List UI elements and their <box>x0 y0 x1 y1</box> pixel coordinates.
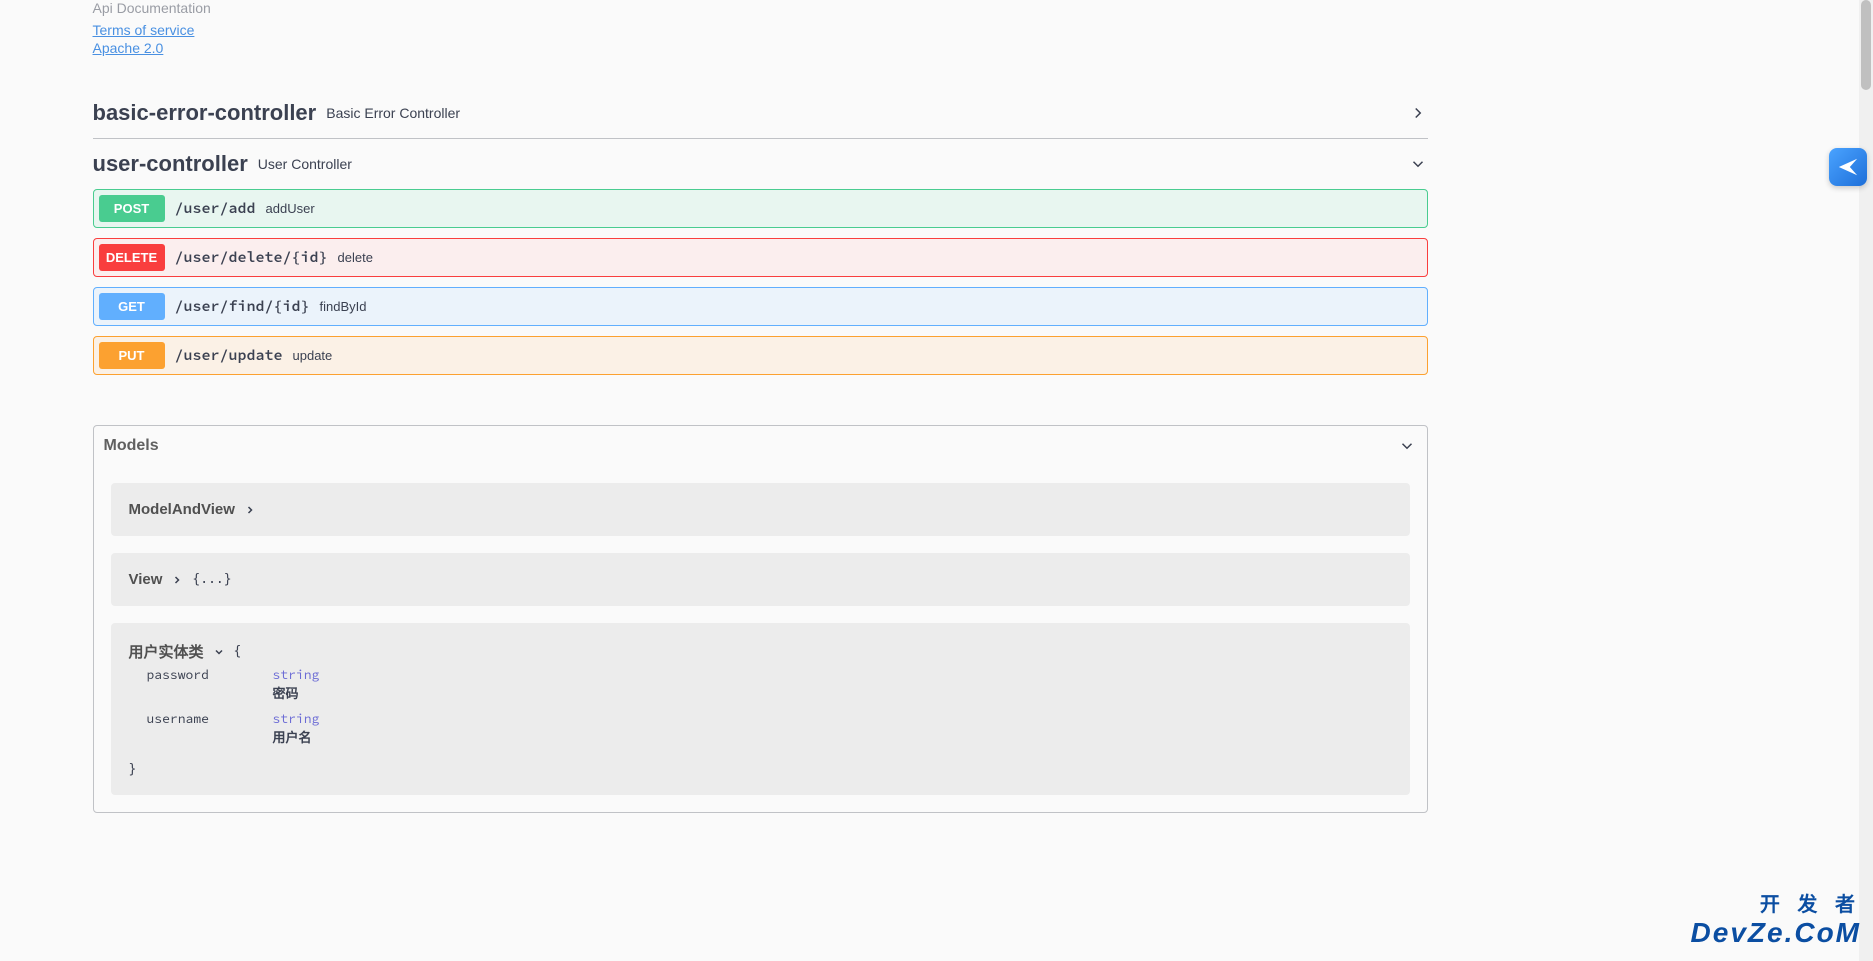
model-view[interactable]: View {...} <box>111 553 1410 606</box>
method-badge: PUT <box>99 342 165 369</box>
brace-close: } <box>129 762 137 777</box>
chevron-down-icon <box>212 645 226 659</box>
model-user-entity[interactable]: 用户实体类 { password string 密码 <box>111 623 1410 795</box>
model-name: 用户实体类 <box>129 641 204 662</box>
model-property-row: password string 密码 <box>147 666 1392 702</box>
model-property-row: username string 用户名 <box>147 710 1392 746</box>
model-name: ModelAndView <box>129 501 235 518</box>
property-key: username <box>147 710 273 746</box>
method-badge: POST <box>99 195 165 222</box>
chevron-right-icon <box>1408 103 1428 123</box>
model-name: View <box>129 571 163 588</box>
models-title: Models <box>104 437 159 455</box>
tag-user-controller: user-controller User Controller POST /us… <box>93 139 1428 395</box>
scrollbar[interactable] <box>1859 0 1873 961</box>
property-type: string <box>273 710 320 727</box>
models-header[interactable]: Models <box>94 426 1427 466</box>
brace-open: { <box>234 644 242 659</box>
method-badge: DELETE <box>99 244 165 271</box>
operation-get-user-find[interactable]: GET /user/find/{id} findById <box>93 287 1428 326</box>
model-inline-braces: {...} <box>192 572 231 587</box>
property-desc: 用户名 <box>273 727 320 746</box>
method-badge: GET <box>99 293 165 320</box>
tag-desc: User Controller <box>258 156 352 172</box>
bird-assistant-icon[interactable] <box>1829 148 1867 186</box>
watermark-cn: 开 发 者 <box>1760 888 1861 917</box>
operation-path: /user/add <box>175 199 256 218</box>
chevron-down-icon <box>1397 436 1417 456</box>
models-section: Models ModelAndView View <box>93 425 1428 813</box>
watermark-en: DevZe.CoM <box>1691 917 1861 949</box>
license-link[interactable]: Apache 2.0 <box>93 40 1428 56</box>
chevron-right-icon <box>170 573 184 587</box>
tag-desc: Basic Error Controller <box>326 105 460 121</box>
operation-summary: addUser <box>266 201 315 216</box>
property-desc: 密码 <box>273 683 320 702</box>
operation-put-user-update[interactable]: PUT /user/update update <box>93 336 1428 375</box>
operation-post-user-add[interactable]: POST /user/add addUser <box>93 189 1428 228</box>
operation-path: /user/find/{id} <box>175 297 310 316</box>
chevron-down-icon <box>1408 154 1428 174</box>
tag-header-user-controller[interactable]: user-controller User Controller <box>93 139 1428 189</box>
tag-name: basic-error-controller <box>93 100 317 126</box>
tag-basic-error-controller: basic-error-controller Basic Error Contr… <box>93 88 1428 139</box>
operation-summary: delete <box>338 250 373 265</box>
tag-name: user-controller <box>93 151 248 177</box>
operation-summary: findById <box>320 299 367 314</box>
api-title: Api Documentation <box>93 0 1428 16</box>
tag-header-basic-error-controller[interactable]: basic-error-controller Basic Error Contr… <box>93 88 1428 138</box>
model-modelandview[interactable]: ModelAndView <box>111 483 1410 536</box>
operation-delete-user-delete[interactable]: DELETE /user/delete/{id} delete <box>93 238 1428 277</box>
terms-of-service-link[interactable]: Terms of service <box>93 22 1428 38</box>
operations-list: POST /user/add addUser DELETE /user/dele… <box>93 189 1428 395</box>
operation-path: /user/delete/{id} <box>175 248 328 267</box>
api-info-block: Api Documentation Terms of service Apach… <box>93 0 1428 88</box>
operation-path: /user/update <box>175 346 283 365</box>
property-key: password <box>147 666 273 702</box>
models-body: ModelAndView View {...} <box>94 483 1427 812</box>
chevron-right-icon <box>243 503 257 517</box>
scrollbar-thumb[interactable] <box>1861 0 1871 90</box>
property-type: string <box>273 666 320 683</box>
operation-summary: update <box>293 348 333 363</box>
